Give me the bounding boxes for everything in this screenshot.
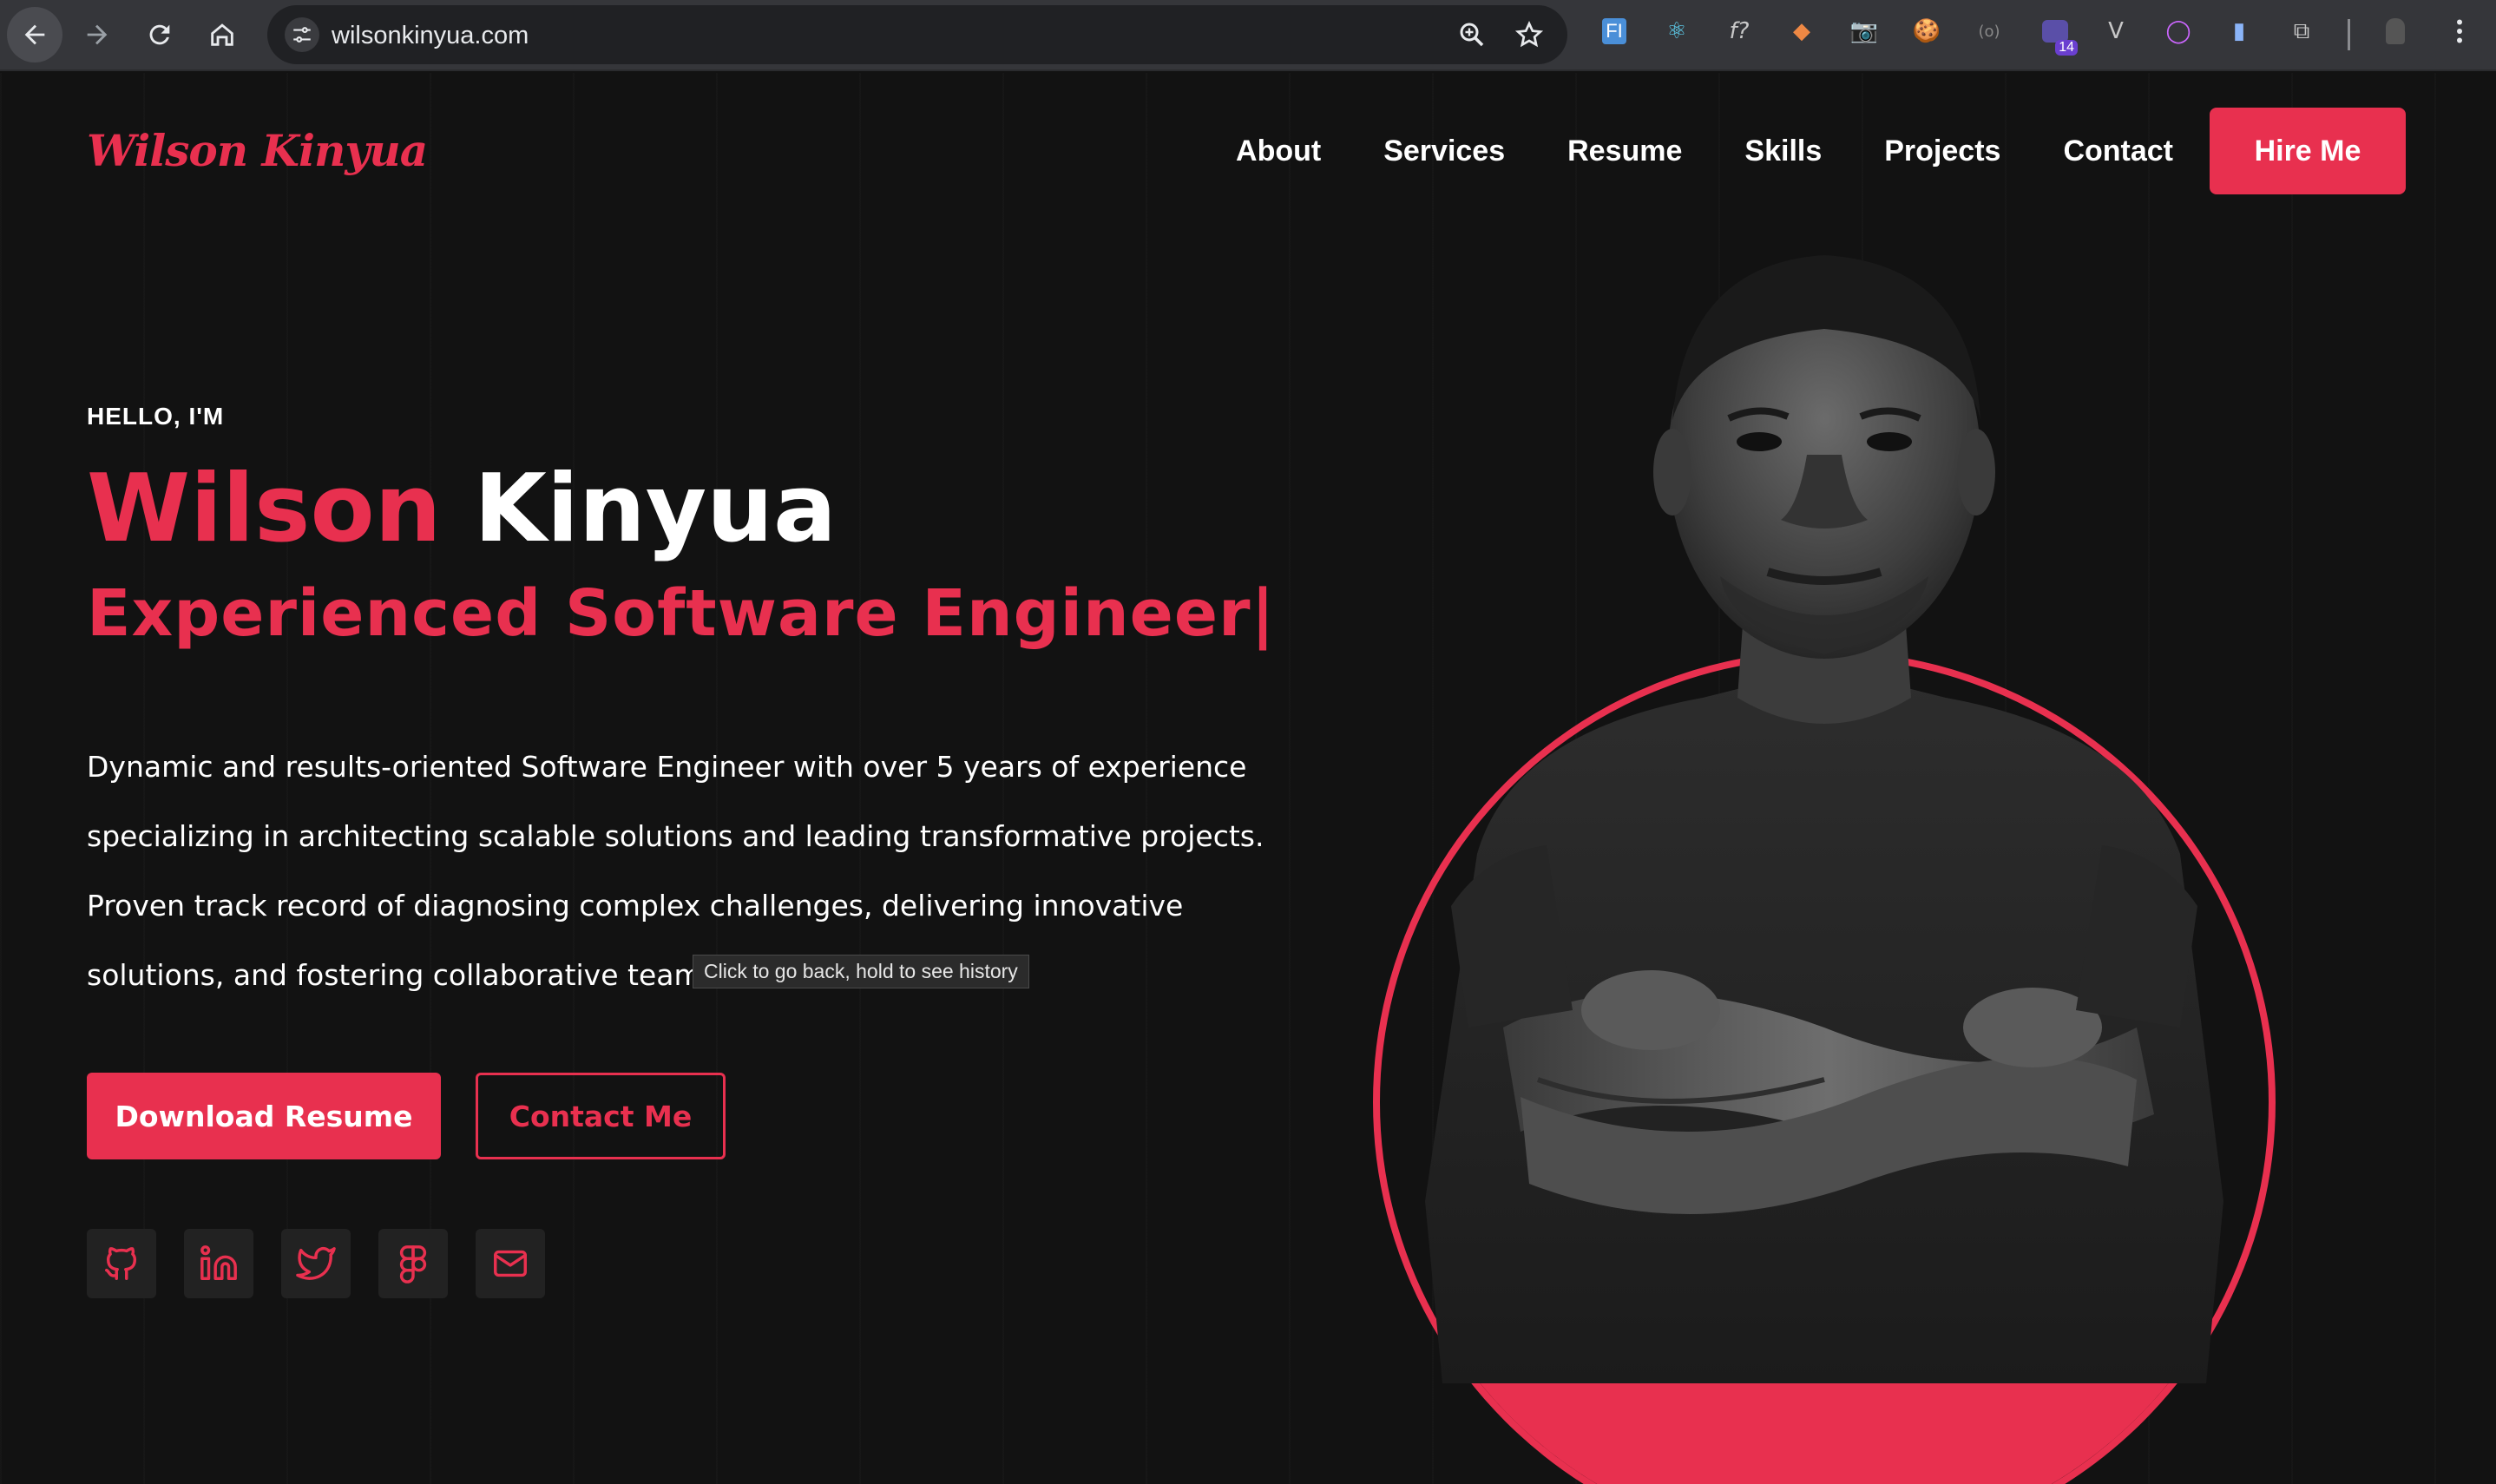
portrait-base (1380, 1382, 2269, 1484)
bio-line: Dynamic and results-oriented Software En… (87, 750, 1247, 784)
bio-line: specializing in architecting scalable so… (87, 819, 1264, 853)
badge-extension-icon[interactable]: 14 (2038, 14, 2078, 56)
url-text[interactable]: wilsonkinyua.com (332, 22, 529, 50)
hero-last-name: Kinyua (474, 455, 837, 563)
browser-toolbar: wilsonkinyua.com FI ⚛ f? ◆ 📷 🍪 (o) 14 V … (0, 0, 2496, 71)
nav-services[interactable]: Services (1383, 135, 1505, 168)
nav-contact[interactable]: Contact (2063, 135, 2173, 168)
linkedin-link[interactable] (184, 1229, 253, 1298)
mail-icon (494, 1250, 527, 1277)
puzzle-extensions-icon[interactable]: ⧉ (2284, 14, 2319, 49)
profile-avatar[interactable] (2378, 14, 2413, 49)
ring-extension-icon[interactable]: ◯ (2161, 14, 2196, 49)
cookie-extension-icon[interactable]: 🍪 (1909, 14, 1944, 49)
home-icon (211, 23, 233, 46)
hero-portrait (1373, 246, 2276, 1484)
github-link[interactable] (87, 1229, 156, 1298)
bio-line: Proven track record of diagnosing comple… (87, 889, 1184, 923)
more-menu-icon[interactable] (2442, 14, 2477, 49)
arrow-left-icon (24, 24, 45, 45)
arrow-right-icon (87, 24, 108, 45)
figma-icon (399, 1245, 427, 1284)
social-links (87, 1229, 573, 1298)
logo-first-name: Wilson (87, 125, 248, 176)
bookmark-star-icon[interactable] (1514, 19, 1545, 50)
extension-badge: 14 (2055, 40, 2078, 56)
page-content: Wilson Kinyua About Services Resume Skil… (0, 73, 2496, 1484)
figma-link[interactable] (378, 1229, 448, 1298)
nav-projects[interactable]: Projects (1884, 135, 2000, 168)
camera-extension-icon[interactable]: 📷 (1847, 14, 1882, 49)
download-resume-button[interactable]: Download Resume (87, 1073, 441, 1159)
reload-button[interactable] (132, 7, 187, 62)
hero-role: Experienced Software Engineer| (87, 576, 1276, 651)
twitter-icon (296, 1246, 336, 1280)
main-nav: About Services Resume Skills Projects Co… (1173, 108, 2406, 194)
hero-name: Wilson Kinyua (87, 455, 837, 563)
color-picker-icon[interactable]: ◆ (1784, 14, 1819, 49)
hero-first-name: Wilson (87, 455, 442, 563)
back-button-tooltip: Click to go back, hold to see history (693, 955, 1029, 988)
zoom-icon[interactable] (1456, 19, 1488, 50)
back-button[interactable] (7, 7, 62, 62)
hero-greeting: HELLO, I'M (87, 403, 225, 430)
font-extension-icon[interactable]: f? (1722, 14, 1757, 49)
twitter-link[interactable] (281, 1229, 351, 1298)
site-info-icon[interactable] (285, 17, 319, 52)
email-link[interactable] (476, 1229, 545, 1298)
wireless-extension-icon[interactable]: (o) (1972, 14, 2007, 49)
home-button[interactable] (194, 7, 250, 62)
forward-button[interactable] (69, 7, 125, 62)
reload-icon (149, 24, 170, 45)
nav-about[interactable]: About (1236, 135, 1321, 168)
toolbar-divider (2348, 19, 2350, 50)
react-devtools-icon[interactable]: ⚛ (1659, 14, 1694, 49)
nav-resume[interactable]: Resume (1567, 135, 1682, 168)
linkedin-icon (200, 1245, 237, 1280)
extension-icon[interactable]: FI (1597, 14, 1632, 49)
docs-extension-icon[interactable]: ▮ (2222, 14, 2256, 49)
hire-me-button[interactable]: Hire Me (2210, 108, 2406, 194)
logo-last-name: Kinyua (261, 125, 429, 176)
contact-me-button[interactable]: Contact Me (476, 1073, 726, 1159)
portrait-photo (1425, 255, 2223, 1383)
nav-skills[interactable]: Skills (1744, 135, 1822, 168)
github-icon (105, 1247, 137, 1280)
vue-extension-icon[interactable]: V (2099, 14, 2133, 49)
address-bar[interactable]: wilsonkinyua.com (267, 5, 1567, 64)
site-logo[interactable]: Wilson Kinyua (87, 125, 429, 176)
